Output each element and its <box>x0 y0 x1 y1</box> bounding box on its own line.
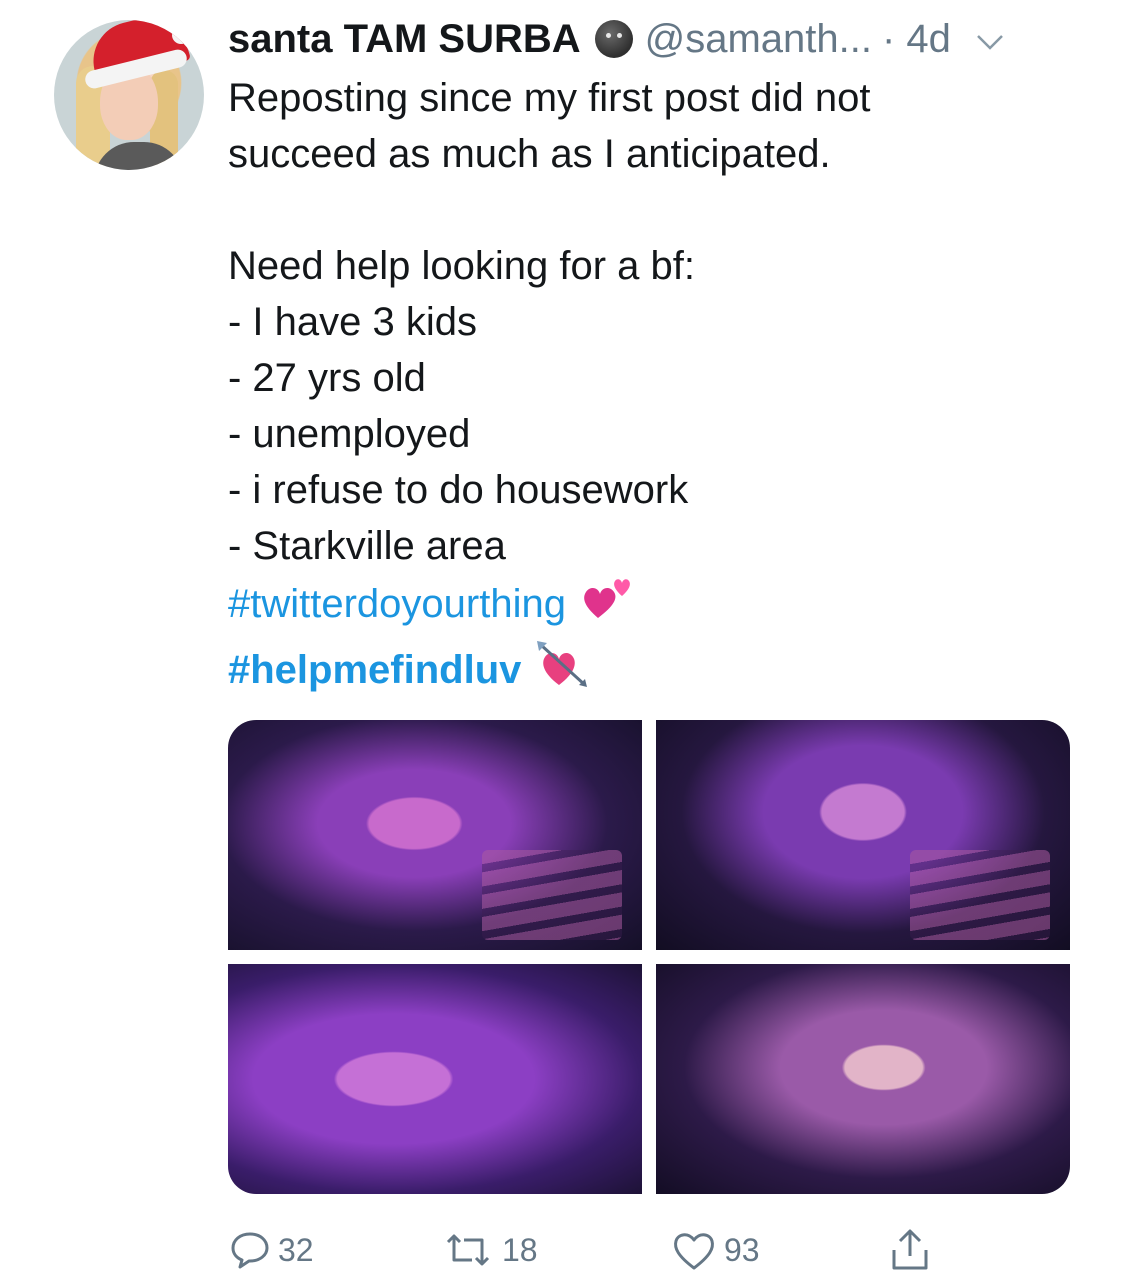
hashtag-link[interactable]: #helpmefindluv <box>228 648 521 692</box>
new-moon-face-emoji <box>594 20 633 58</box>
tweet-header: santa TAM SURBA @samanth... · 4d <box>228 14 1005 64</box>
like-count: 93 <box>724 1231 760 1268</box>
heart-with-arrow-emoji <box>535 639 591 706</box>
tweet-actions: 32 18 93 <box>228 1222 948 1278</box>
chevron-down-icon[interactable] <box>975 17 1005 62</box>
share-icon <box>892 1229 928 1270</box>
avatar[interactable] <box>54 20 204 170</box>
text-line: - Starkville area <box>228 524 506 568</box>
hashtag-line: #twitterdoyourthing <box>228 574 1088 639</box>
reply-count: 32 <box>278 1231 314 1268</box>
two-hearts-emoji <box>580 574 636 639</box>
text-line: succeed as much as I anticipated. <box>228 132 831 176</box>
text-line: - i refuse to do housework <box>228 468 689 512</box>
text-line: - 27 yrs old <box>228 356 426 400</box>
text-line: - I have 3 kids <box>228 300 478 344</box>
heart-icon <box>674 1233 714 1270</box>
share-button[interactable] <box>888 1222 938 1278</box>
text-line: Need help looking for a bf: <box>228 244 695 288</box>
retweet-button[interactable]: 18 <box>440 1222 538 1278</box>
tweet-timestamp[interactable]: · 4d <box>882 17 951 62</box>
author-handle[interactable]: @samanth... <box>645 17 872 62</box>
retweet-icon <box>446 1234 490 1266</box>
text-line: - unemployed <box>228 412 471 456</box>
reply-button[interactable]: 32 <box>228 1222 314 1278</box>
text-line: Reposting since my first post did not <box>228 76 871 120</box>
media-grid <box>228 720 1070 1194</box>
like-button[interactable]: 93 <box>670 1222 760 1278</box>
retweet-count: 18 <box>502 1231 538 1268</box>
tweet-photo[interactable] <box>656 720 1070 950</box>
tweet-photo[interactable] <box>228 964 642 1194</box>
hashtag-link[interactable]: #twitterdoyourthing <box>228 582 566 626</box>
hashtag-line: #helpmefindluv <box>228 639 1088 706</box>
tweet-photo[interactable] <box>656 964 1070 1194</box>
reply-icon <box>231 1232 269 1269</box>
tweet-photo[interactable] <box>228 720 642 950</box>
author-name[interactable]: santa TAM SURBA <box>228 17 581 62</box>
tweet-text: Reposting since my first post did not su… <box>228 70 1088 706</box>
